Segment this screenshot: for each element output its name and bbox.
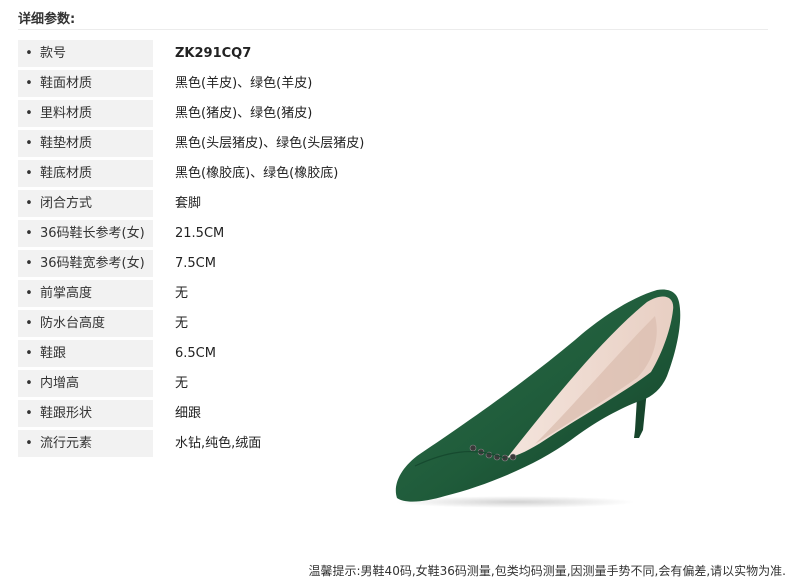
spec-label: • 防水台高度 [18, 310, 153, 337]
spec-label: • 36码鞋宽参考(女) [18, 250, 153, 277]
spec-row-style-elements: • 流行元素 水钻,纯色,绒面 [18, 429, 438, 459]
spec-value: 套脚 [175, 196, 202, 211]
spec-row-insole-material: • 鞋垫材质 黑色(头层猪皮)、绿色(头层猪皮) [18, 129, 438, 159]
spec-value: 细跟 [175, 406, 202, 421]
spec-value: 21.5CM [175, 226, 225, 241]
bullet-icon: • [25, 46, 33, 61]
bullet-icon: • [25, 106, 33, 121]
spec-row-length: • 36码鞋长参考(女) 21.5CM [18, 219, 438, 249]
spec-value: 6.5CM [175, 346, 216, 361]
bullet-icon: • [25, 376, 33, 391]
spec-label: • 闭合方式 [18, 190, 153, 217]
bullet-icon: • [25, 196, 33, 211]
spec-row-closure: • 闭合方式 套脚 [18, 189, 438, 219]
spec-value: 无 [175, 316, 189, 331]
spec-row-style-number: • 款号 ZK291CQ7 [18, 39, 438, 69]
spec-row-heel: • 鞋跟 6.5CM [18, 339, 438, 369]
bullet-icon: • [25, 406, 33, 421]
spec-row-platform-height: • 防水台高度 无 [18, 309, 438, 339]
spec-value: 黑色(头层猪皮)、绿色(头层猪皮) [175, 136, 365, 151]
section-header: 详细参数: [18, 8, 768, 30]
spec-label: • 前掌高度 [18, 280, 153, 307]
spec-row-lining-material: • 里料材质 黑色(猪皮)、绿色(猪皮) [18, 99, 438, 129]
spec-label: • 鞋面材质 [18, 70, 153, 97]
spec-label: • 流行元素 [18, 430, 153, 457]
bullet-icon: • [25, 436, 33, 451]
bullet-icon: • [25, 346, 33, 361]
spec-table: • 款号 ZK291CQ7 • 鞋面材质 黑色(羊皮)、绿色(羊皮) • 里料材质 黑… [18, 39, 438, 459]
spec-row-inner-lift: • 内增高 无 [18, 369, 438, 399]
spec-row-heel-shape: • 鞋跟形状 细跟 [18, 399, 438, 429]
spec-row-forefoot-height: • 前掌高度 无 [18, 279, 438, 309]
bullet-icon: • [25, 166, 33, 181]
spec-label: • 款号 [18, 40, 153, 67]
spec-value: 无 [175, 286, 189, 301]
spec-value: 7.5CM [175, 256, 216, 271]
spec-label: • 内增高 [18, 370, 153, 397]
spec-value: 黑色(猪皮)、绿色(猪皮) [175, 106, 313, 121]
spec-value: 无 [175, 376, 189, 391]
bullet-icon: • [25, 136, 33, 151]
bullet-icon: • [25, 256, 33, 271]
spec-row-width: • 36码鞋宽参考(女) 7.5CM [18, 249, 438, 279]
spec-row-upper-material: • 鞋面材质 黑色(羊皮)、绿色(羊皮) [18, 69, 438, 99]
footer-note: 温馨提示:男鞋40码,女鞋36码测量,包类均码测量,因测量手势不同,会有偏差,请… [308, 564, 786, 578]
spec-label: • 里料材质 [18, 100, 153, 127]
spec-value: 黑色(橡胶底)、绿色(橡胶底) [175, 166, 339, 181]
spec-label: • 鞋垫材质 [18, 130, 153, 157]
spec-value: 黑色(羊皮)、绿色(羊皮) [175, 76, 313, 91]
product-image-shoe [395, 289, 681, 508]
spec-label: • 鞋底材质 [18, 160, 153, 187]
spec-label: • 鞋跟形状 [18, 400, 153, 427]
section-title: 详细参数: [18, 12, 76, 27]
spec-label: • 鞋跟 [18, 340, 153, 367]
spec-value: 水钻,纯色,绒面 [175, 436, 262, 451]
bullet-icon: • [25, 76, 33, 91]
bullet-icon: • [25, 286, 33, 301]
spec-label: • 36码鞋长参考(女) [18, 220, 153, 247]
bullet-icon: • [25, 226, 33, 241]
spec-row-sole-material: • 鞋底材质 黑色(橡胶底)、绿色(橡胶底) [18, 159, 438, 189]
spec-value: ZK291CQ7 [175, 46, 252, 61]
bullet-icon: • [25, 316, 33, 331]
